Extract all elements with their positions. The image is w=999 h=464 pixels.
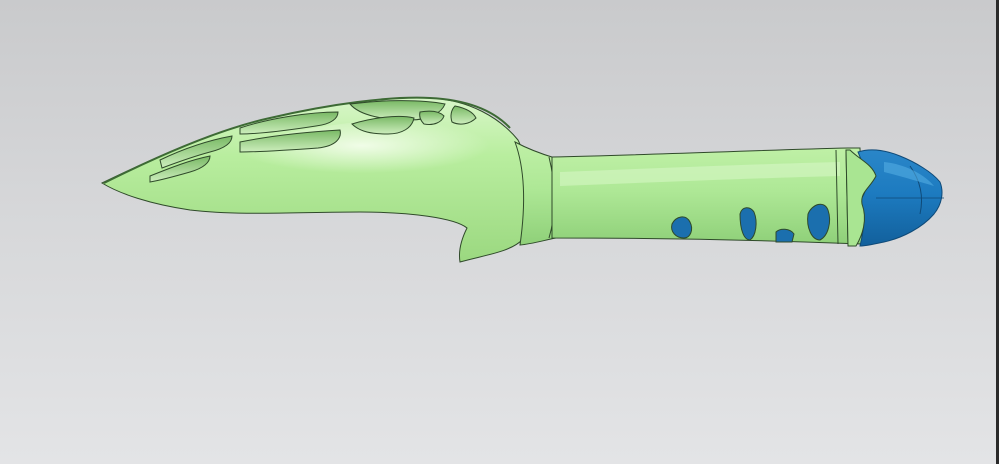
handle-hole: [671, 216, 693, 239]
handle-hole: [775, 228, 795, 243]
graphics-viewport[interactable]: [0, 0, 999, 464]
knife-3d-model[interactable]: [0, 0, 999, 464]
